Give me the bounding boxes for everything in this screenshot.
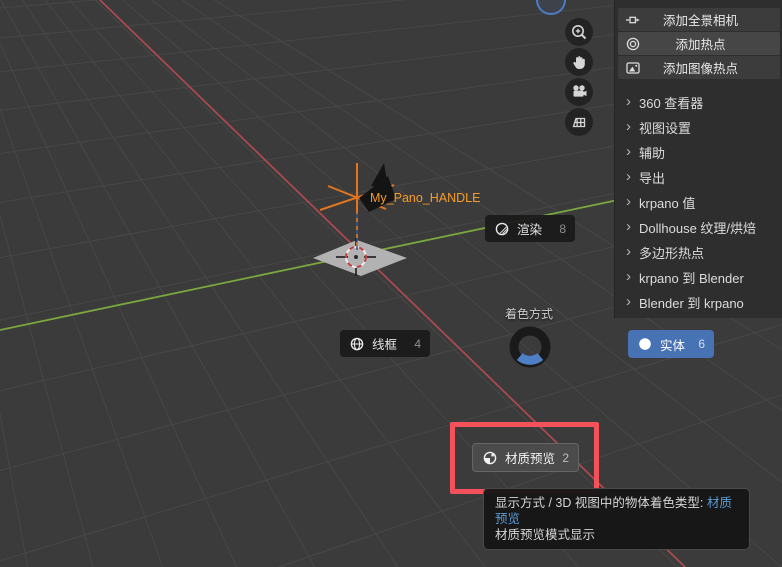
chevron-right-icon: › — [626, 218, 631, 235]
section-dollhouse-bake[interactable]: › Dollhouse 纹理/烘焙 — [615, 215, 782, 240]
zoom-button[interactable] — [565, 18, 593, 46]
button-label: 添加图像热点 — [662, 62, 738, 76]
panorama-camera-icon — [626, 16, 640, 23]
pie-item-label: 渲染 — [517, 223, 543, 237]
ortho-grid-button[interactable] — [565, 108, 593, 136]
sidebar-sections: › 360 查看器 › 视图设置 › 辅助 › 导出 › krpano 值 › … — [615, 90, 782, 315]
chevron-right-icon: › — [626, 143, 631, 160]
blender-3d-viewport: My_Pano_HANDLE 添加全景相机 添加热点 添加图像热点 › 360 … — [0, 0, 782, 567]
pie-item-rendered[interactable]: 渲染 8 — [485, 215, 575, 242]
add-panorama-camera-button[interactable]: 添加全景相机 — [618, 8, 780, 31]
section-polygon-hotspot[interactable]: › 多边形热点 — [615, 240, 782, 265]
section-export[interactable]: › 导出 — [615, 165, 782, 190]
object-name-label: My_Pano_HANDLE — [370, 191, 480, 205]
chevron-right-icon: › — [626, 93, 631, 110]
grid-ortho-icon — [572, 117, 586, 128]
section-assist[interactable]: › 辅助 — [615, 140, 782, 165]
chevron-right-icon: › — [626, 243, 631, 260]
chevron-right-icon: › — [626, 193, 631, 210]
chevron-right-icon: › — [626, 118, 631, 135]
chevron-right-icon: › — [626, 293, 631, 310]
sidebar-actions: 添加全景相机 添加热点 添加图像热点 — [618, 8, 780, 80]
tooltip-line1: 显示方式 / 3D 视图中的物体着色类型: 材质预览 — [495, 496, 732, 526]
wireframe-sphere-icon — [350, 337, 364, 350]
section-krpano-values[interactable]: › krpano 值 — [615, 190, 782, 215]
camera-view-button[interactable] — [565, 78, 593, 106]
solid-sphere-icon — [639, 338, 651, 350]
section-360-viewer[interactable]: › 360 查看器 — [615, 90, 782, 115]
hotspot-target-icon — [626, 37, 640, 50]
tooltip: 显示方式 / 3D 视图中的物体着色类型: 材质预览 材质预览模式显示 — [483, 488, 750, 550]
highlight-box — [450, 422, 599, 494]
add-hotspot-button[interactable]: 添加热点 — [618, 32, 780, 55]
viewport-gizmo-column — [565, 18, 593, 136]
pie-item-hotkey: 4 — [414, 336, 421, 351]
chevron-right-icon: › — [626, 268, 631, 285]
pan-hand-icon — [573, 56, 585, 69]
pie-item-hotkey: 8 — [559, 221, 566, 236]
pie-item-hotkey: 6 — [698, 337, 705, 351]
pie-item-label: 实体 — [660, 338, 686, 353]
section-blender-to-krpano[interactable]: › Blender 到 krpano — [615, 290, 782, 315]
chevron-right-icon: › — [626, 168, 631, 185]
sidebar-panel: 添加全景相机 添加热点 添加图像热点 › 360 查看器 › 视图设置 › 辅助… — [614, 0, 782, 318]
pie-item-wireframe[interactable]: 线框 4 — [340, 330, 430, 357]
add-image-hotspot-button[interactable]: 添加图像热点 — [618, 56, 780, 79]
section-view-settings[interactable]: › 视图设置 — [615, 115, 782, 140]
pie-menu-title: 着色方式 — [504, 307, 553, 321]
pan-button[interactable] — [565, 48, 593, 76]
section-krpano-to-blender[interactable]: › krpano 到 Blender — [615, 265, 782, 290]
pie-item-label: 线框 — [372, 338, 398, 352]
plane-object[interactable] — [313, 240, 407, 276]
camera-view-icon — [573, 85, 587, 97]
button-label: 添加热点 — [675, 38, 726, 52]
pie-item-solid[interactable]: 实体 6 — [628, 330, 714, 358]
tooltip-line2: 材质预览模式显示 — [495, 528, 596, 542]
image-hotspot-icon — [626, 61, 640, 74]
button-label: 添加全景相机 — [662, 14, 738, 28]
zoom-icon — [572, 25, 587, 40]
pie-menu-direction-ring — [509, 326, 551, 368]
render-sphere-icon — [495, 222, 509, 235]
